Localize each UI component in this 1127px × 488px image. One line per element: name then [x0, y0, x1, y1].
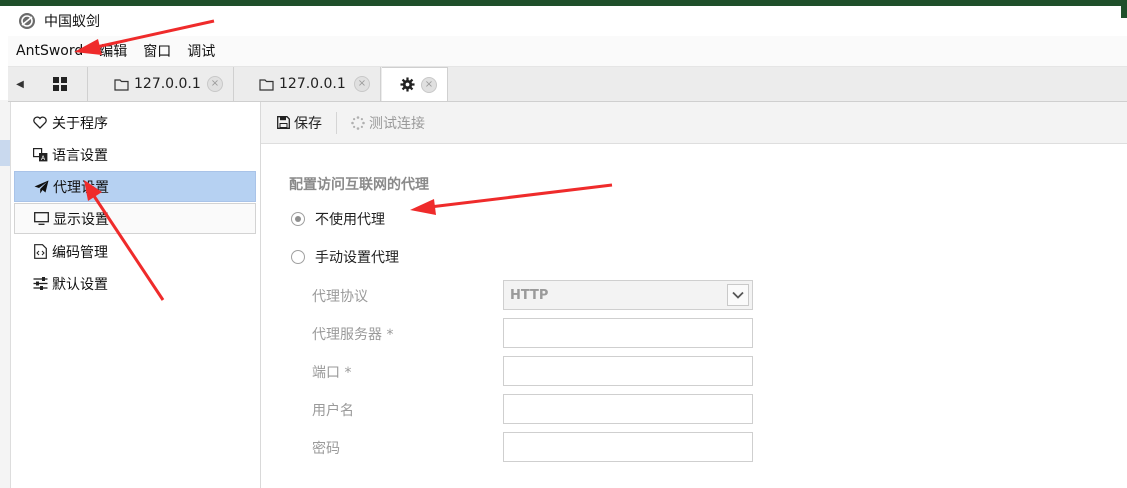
tab-shell-1-label: 127.0.0.1: [134, 76, 201, 92]
radio-no-proxy[interactable]: 不使用代理: [291, 209, 385, 229]
radio-manual-proxy-control[interactable]: [291, 250, 305, 264]
proxy-settings-panel: 保存 测试连接 配置访问互联网的代理 不使用代理 手动设置代理 代理协议 HTT…: [261, 102, 1127, 488]
proxy-protocol-label: 代理协议: [312, 289, 368, 305]
toolbar-separator: [336, 111, 337, 134]
heart-icon: [32, 115, 48, 131]
floppy-disk-icon: [277, 116, 290, 129]
tab-shell-1-close-icon[interactable]: ×: [207, 76, 223, 92]
proxy-username-input[interactable]: [503, 394, 753, 424]
proxy-username-label: 用户名: [312, 403, 354, 419]
menu-antsword[interactable]: AntSword: [8, 43, 91, 59]
tab-shell-2-label: 127.0.0.1: [279, 76, 346, 92]
sidebar-item-language[interactable]: A 语言设置: [14, 139, 256, 170]
test-connection-button[interactable]: 测试连接: [345, 102, 431, 143]
language-icon: A: [32, 147, 48, 163]
sidebar-item-encoding-label: 编码管理: [52, 244, 108, 261]
sliders-icon: [32, 276, 48, 292]
tab-shell-2-close-icon[interactable]: ×: [354, 76, 370, 92]
proxy-password-input[interactable]: [503, 432, 753, 462]
tab-shell-1[interactable]: 127.0.0.1 ×: [94, 67, 234, 101]
settings-sidebar: 关于程序 A 语言设置 代理设置 显示设置 编码管理 默认设置: [12, 102, 261, 488]
radio-no-proxy-control[interactable]: [291, 212, 305, 226]
background-window-left: [0, 100, 11, 488]
radio-no-proxy-label: 不使用代理: [315, 212, 385, 228]
folder-icon: [114, 78, 129, 91]
sidebar-item-encoding[interactable]: 编码管理: [14, 236, 256, 267]
window-title: 中国蚁剑: [44, 14, 100, 30]
menu-edit[interactable]: 编辑: [91, 41, 135, 61]
monitor-icon: [33, 211, 49, 227]
sidebar-item-about[interactable]: 关于程序: [14, 107, 256, 138]
tab-settings-close-icon[interactable]: ×: [421, 77, 437, 93]
folder-icon: [259, 78, 274, 91]
tab-settings[interactable]: ×: [382, 67, 448, 101]
proxy-port-input[interactable]: [503, 356, 753, 386]
tab-scroll-left-button[interactable]: ◀: [8, 67, 33, 101]
proxy-server-label: 代理服务器 *: [312, 327, 394, 343]
tab-dashboard[interactable]: [32, 67, 88, 101]
proxy-protocol-select[interactable]: HTTP: [503, 280, 753, 310]
background-selection: [0, 140, 10, 166]
test-connection-label: 测试连接: [369, 115, 425, 132]
sidebar-item-defaults[interactable]: 默认设置: [14, 268, 256, 299]
tab-bar: ◀ 127.0.0.1 × 127.0.0.1 × ×: [8, 67, 1127, 102]
radio-manual-proxy-label: 手动设置代理: [315, 250, 399, 266]
save-button[interactable]: 保存: [271, 102, 328, 143]
background-window-edge: [1121, 0, 1127, 18]
paper-plane-icon: [33, 179, 49, 195]
proxy-port-label: 端口 *: [312, 365, 352, 381]
sidebar-item-proxy-label: 代理设置: [53, 179, 109, 196]
radio-manual-proxy[interactable]: 手动设置代理: [291, 247, 399, 267]
sidebar-item-about-label: 关于程序: [52, 115, 108, 132]
menu-window[interactable]: 窗口: [135, 41, 179, 61]
gear-icon: [400, 77, 415, 92]
code-file-icon: [32, 244, 48, 260]
save-button-label: 保存: [294, 115, 322, 132]
settings-toolbar: 保存 测试连接: [261, 102, 1127, 144]
sidebar-item-language-label: 语言设置: [52, 147, 108, 164]
sidebar-item-display-label: 显示设置: [53, 211, 109, 228]
title-bar: 中国蚁剑: [8, 6, 1121, 36]
sidebar-item-defaults-label: 默认设置: [52, 276, 108, 293]
antsword-logo-icon: [19, 13, 35, 29]
proxy-section-title: 配置访问互联网的代理: [289, 177, 429, 193]
proxy-password-label: 密码: [312, 441, 340, 457]
grid-icon: [52, 77, 67, 91]
menu-debug[interactable]: 调试: [179, 41, 223, 61]
spinner-icon: [351, 115, 365, 130]
chevron-down-icon[interactable]: [727, 284, 749, 306]
menu-bar: AntSword 编辑 窗口 调试: [8, 36, 1127, 67]
sidebar-item-proxy[interactable]: 代理设置: [14, 171, 256, 202]
tab-shell-2[interactable]: 127.0.0.1 ×: [241, 67, 381, 101]
sidebar-item-display[interactable]: 显示设置: [14, 203, 256, 234]
proxy-protocol-value: HTTP: [510, 287, 549, 303]
proxy-server-input[interactable]: [503, 318, 753, 348]
